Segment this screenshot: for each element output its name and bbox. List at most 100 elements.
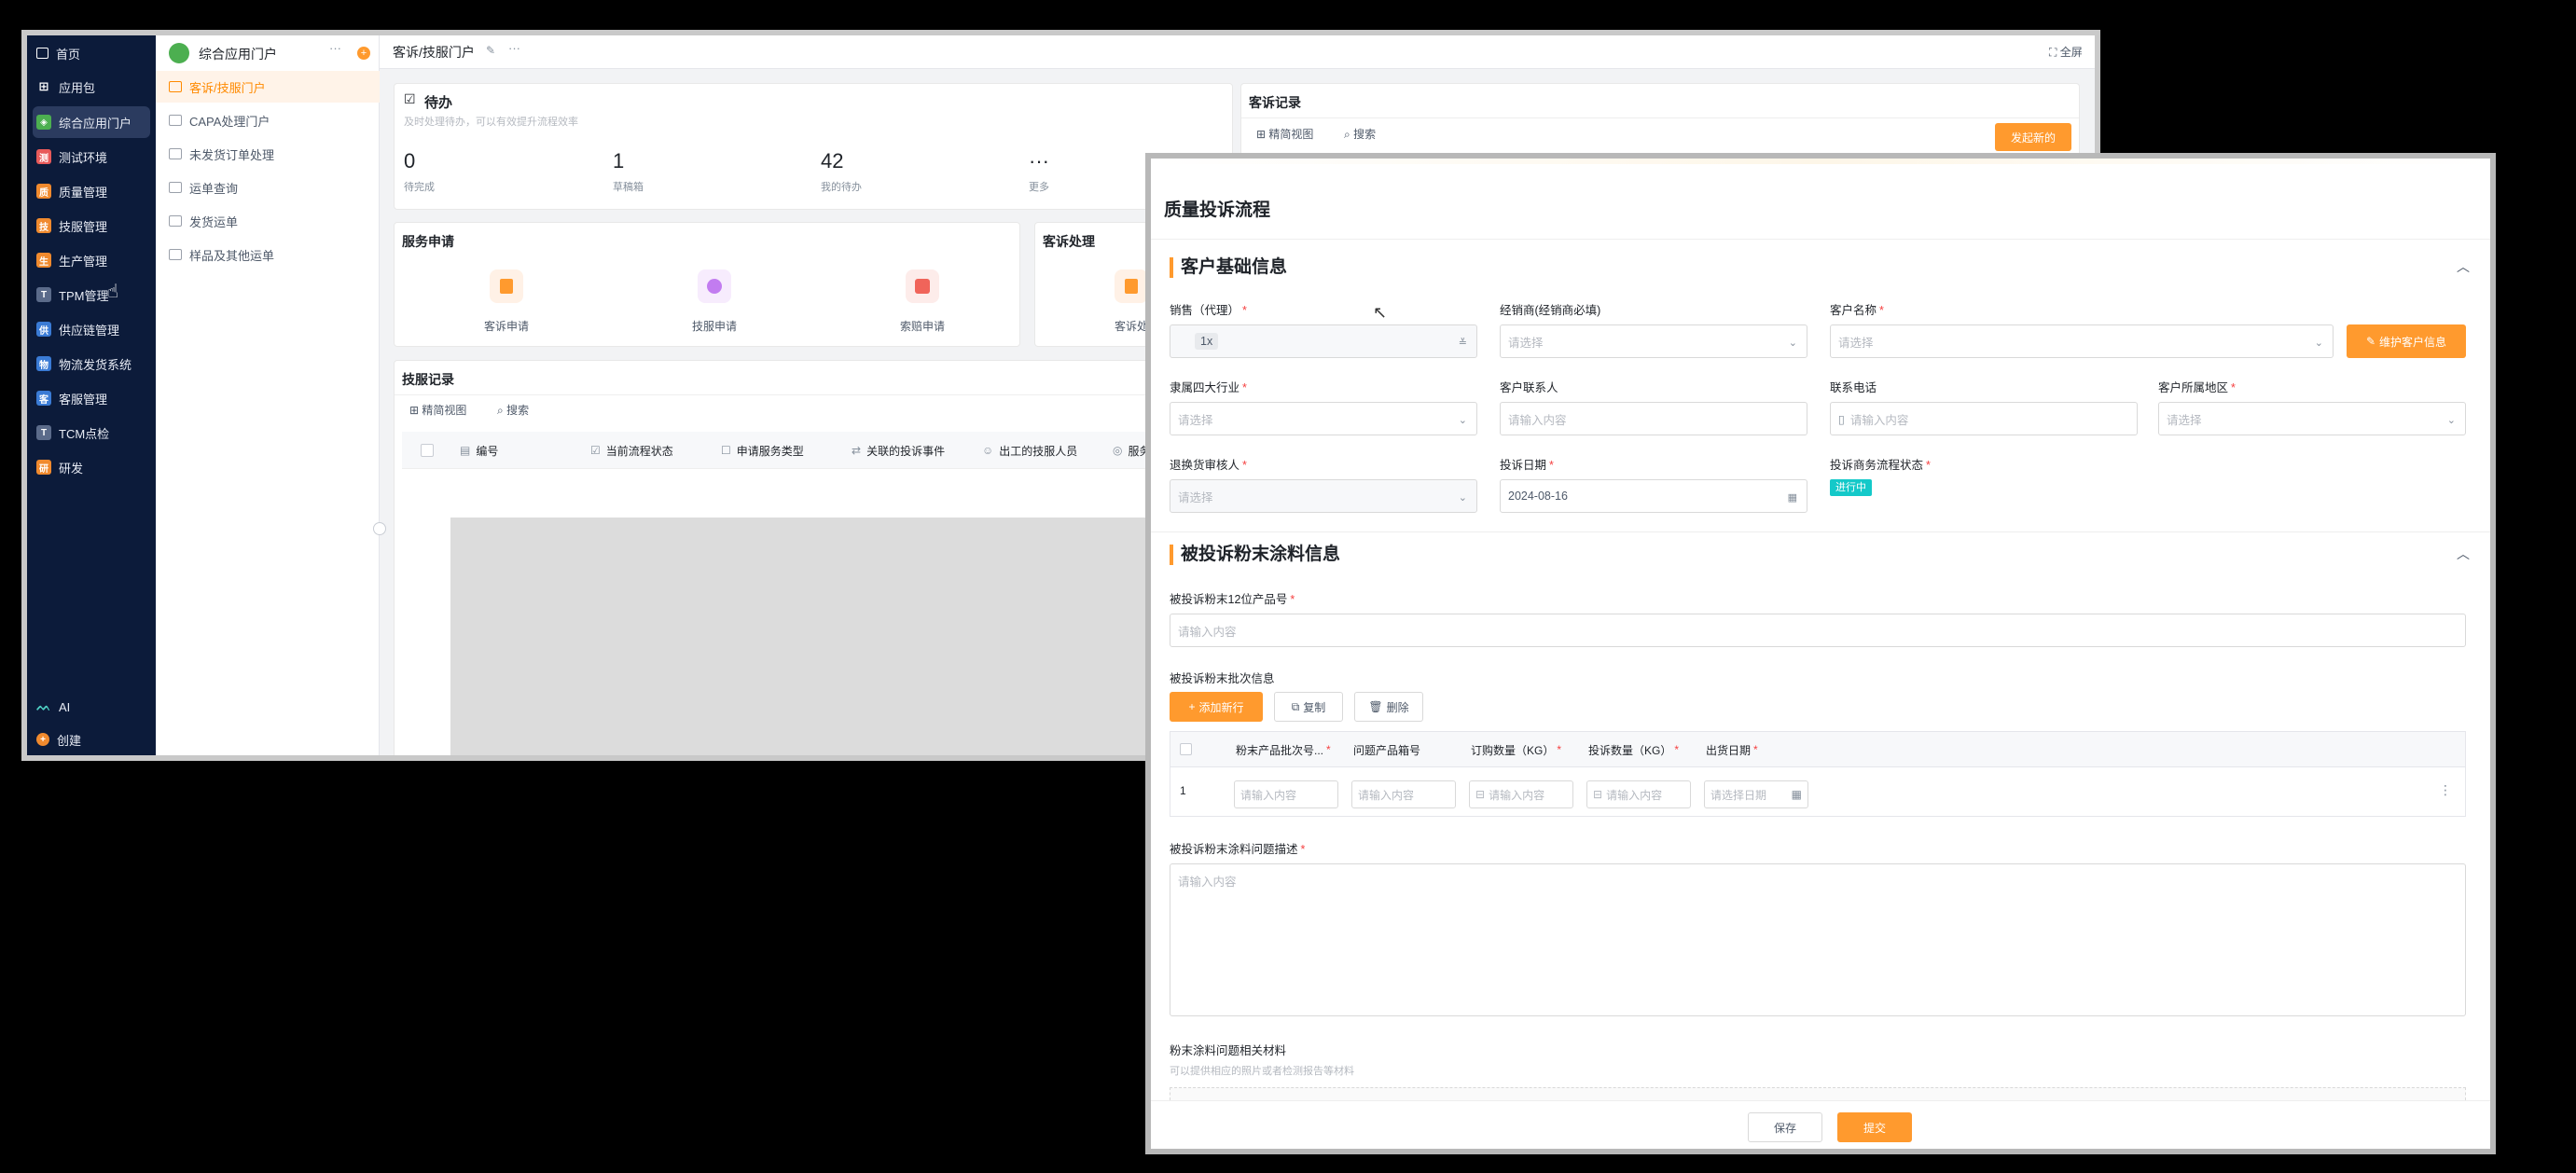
nav-item-production[interactable]: 生生产管理 — [27, 244, 156, 276]
contact-input[interactable]: 请输入内容 — [1500, 402, 1807, 435]
service-label: 技服申请 — [691, 320, 737, 333]
menu-item-unshipped[interactable]: 未发货订单处理 — [156, 138, 380, 170]
menu-item-capa[interactable]: CAPA处理门户 — [156, 104, 380, 136]
region-select[interactable]: 请选择 ⌄ — [2158, 402, 2466, 435]
nav-label: 首页 — [56, 47, 81, 62]
region-label: 客户所属地区 * — [2158, 381, 2236, 394]
label-text: 投诉商务流程状态 — [1830, 459, 1924, 472]
nav-item-portal[interactable]: ◈ 综合应用门户 — [33, 106, 150, 138]
add-icon[interactable]: + — [357, 47, 370, 60]
row-index: 1 — [1180, 784, 1186, 797]
description-textarea[interactable]: 请输入内容 — [1170, 863, 2466, 1016]
tech-search-button[interactable]: ⌕ 搜索 — [497, 402, 529, 418]
simple-view-button[interactable]: ⊞ 精简视图 — [1256, 126, 1313, 142]
column-label: 投诉数量（KG） — [1588, 743, 1672, 757]
nav-item-create[interactable]: + 创建 — [27, 724, 156, 755]
claim-apply-button[interactable]: 索赔申请 — [871, 269, 974, 334]
fullscreen-label: 全屏 — [2059, 46, 2083, 59]
order-qty-input[interactable]: ⊟ 请输入内容 — [1469, 780, 1573, 808]
phone-input[interactable]: ▯ 请输入内容 — [1830, 402, 2138, 435]
portal-more-icon[interactable]: ··· — [329, 41, 341, 55]
nav-item-ai[interactable]: ᨓ AI — [27, 691, 156, 723]
submit-button[interactable]: 提交 — [1837, 1112, 1912, 1142]
stat-mytodo-value[interactable]: 42 — [821, 149, 843, 173]
page-icon — [169, 115, 182, 126]
stat-more-value[interactable]: ··· — [1029, 149, 1049, 173]
copy-icon: ⧉ — [1291, 699, 1300, 713]
upload-area[interactable] — [1170, 1087, 2466, 1100]
industry-select[interactable]: 请选择 ⌄ — [1170, 402, 1477, 435]
nav-item-test[interactable]: 测测试环境 — [27, 141, 156, 172]
nav-item-logistics[interactable]: 物物流发货系统 — [27, 348, 156, 380]
reviewer-label: 退换货审核人 * — [1170, 459, 1247, 472]
header-more-icon[interactable]: ··· — [508, 41, 520, 55]
batch-number-input[interactable]: 请输入内容 — [1234, 780, 1338, 808]
column-header[interactable]: ☐ 申请服务类型 — [721, 432, 848, 469]
nav-item-rd[interactable]: 研研发 — [27, 451, 156, 483]
column-header[interactable]: ⇄ 关联的投诉事件 — [852, 432, 978, 469]
collapse-toggle-icon[interactable] — [373, 522, 386, 535]
box-number-input[interactable]: 请输入内容 — [1351, 780, 1456, 808]
select-all-checkbox[interactable] — [1180, 743, 1192, 755]
tech-apply-icon — [698, 269, 731, 303]
stat-drafts-value[interactable]: 1 — [613, 149, 624, 173]
nav-item-techservice[interactable]: 技技服管理 — [27, 210, 156, 242]
menu-item-samples[interactable]: 样品及其他运单 — [156, 239, 380, 270]
ship-date-picker[interactable]: 请选择日期 ▦ — [1704, 780, 1808, 808]
todo-subtitle: 及时处理待办，可以有效提升流程效率 — [404, 117, 578, 128]
menu-item-shipping[interactable]: 发货运单 — [156, 205, 380, 237]
batch-table: 粉末产品批次号... * 问题产品箱号 订购数量（KG） * 投诉数量（KG） * 出… — [1170, 731, 2466, 817]
tech-simple-view-button[interactable]: ⊞ 精简视图 — [409, 402, 466, 418]
menu-item-waybill-query[interactable]: 运单查询 — [156, 172, 380, 203]
page-icon — [169, 249, 182, 260]
nav-label: 质量管理 — [59, 185, 108, 200]
link-icon: ⇄ — [852, 444, 862, 457]
product-code-input[interactable]: 请输入内容 — [1170, 614, 2466, 647]
column-label: 粉末产品批次号... — [1236, 743, 1324, 757]
delete-button[interactable]: 🗑 删除 — [1354, 692, 1423, 722]
save-button[interactable]: 保存 — [1748, 1112, 1822, 1142]
edit-icon[interactable]: ✎ — [486, 44, 495, 57]
menu-item-complaint-portal[interactable]: 客诉/技服门户 — [156, 71, 380, 103]
page-icon — [169, 215, 182, 227]
select-all-checkbox[interactable] — [421, 444, 434, 457]
sales-label: 销售（代理） * — [1170, 304, 1247, 317]
menu-label: CAPA处理门户 — [189, 114, 270, 129]
complaint-qty-input[interactable]: ⊟ 请输入内容 — [1586, 780, 1691, 808]
collapse-icon[interactable]: ︿ — [2457, 257, 2470, 276]
tech-apply-button[interactable]: 技服申请 — [663, 269, 766, 334]
nav-label: 生产管理 — [59, 254, 108, 269]
quality-icon: 质 — [36, 184, 51, 199]
nav-item-apps[interactable]: ⊞ 应用包 — [27, 71, 156, 103]
sales-field[interactable]: 1x ≚ — [1170, 324, 1477, 358]
menu-label: 样品及其他运单 — [189, 248, 275, 263]
complaint-date-picker[interactable]: 2024-08-16 ▦ — [1500, 479, 1807, 513]
nav-item-tpm[interactable]: T TPM管理 — [27, 279, 156, 310]
dealer-select[interactable]: 请选择 ⌄ — [1500, 324, 1807, 358]
new-complaint-button[interactable]: 发起新的 — [1995, 123, 2071, 151]
nav-item-tcm[interactable]: T TCM点检 — [27, 417, 156, 448]
column-header[interactable]: ☺ 出工的技服人员 — [982, 432, 1109, 469]
customer-select[interactable]: 请选择 ⌄ — [1830, 324, 2334, 358]
nav-item-home[interactable]: 首页 — [27, 37, 156, 69]
reviewer-select[interactable]: 请选择 ⌄ — [1170, 479, 1477, 513]
nav-label: 创建 — [57, 733, 82, 748]
search-icon: ⌕ — [1344, 128, 1354, 141]
fullscreen-button[interactable]: ⛶ 全屏 — [2049, 44, 2083, 60]
search-button[interactable]: ⌕ 搜索 — [1344, 126, 1376, 142]
column-header[interactable]: ▤ 编号 — [460, 432, 587, 469]
add-row-button[interactable]: + 添加新行 — [1170, 692, 1263, 722]
maintain-customer-button[interactable]: ✎ 维护客户信息 — [2347, 324, 2466, 358]
nav-item-quality[interactable]: 质质量管理 — [27, 175, 156, 207]
grid-icon: ⊞ — [38, 79, 49, 93]
complaint-apply-button[interactable]: 客诉申请 — [455, 269, 558, 334]
row-more-icon[interactable]: ⋮ — [2439, 782, 2452, 798]
nav-item-customer-service[interactable]: 客客服管理 — [27, 382, 156, 414]
nav-item-supply[interactable]: 供供应链管理 — [27, 313, 156, 345]
collapse-icon[interactable]: ︿ — [2457, 545, 2470, 563]
copy-button[interactable]: ⧉ 复制 — [1274, 692, 1343, 722]
label-text: 销售（代理） — [1170, 304, 1240, 317]
column-header[interactable]: ☑ 当前流程状态 — [590, 432, 717, 469]
stat-pending-value[interactable]: 0 — [404, 149, 415, 173]
service-label: 客诉处 — [1114, 320, 1148, 333]
